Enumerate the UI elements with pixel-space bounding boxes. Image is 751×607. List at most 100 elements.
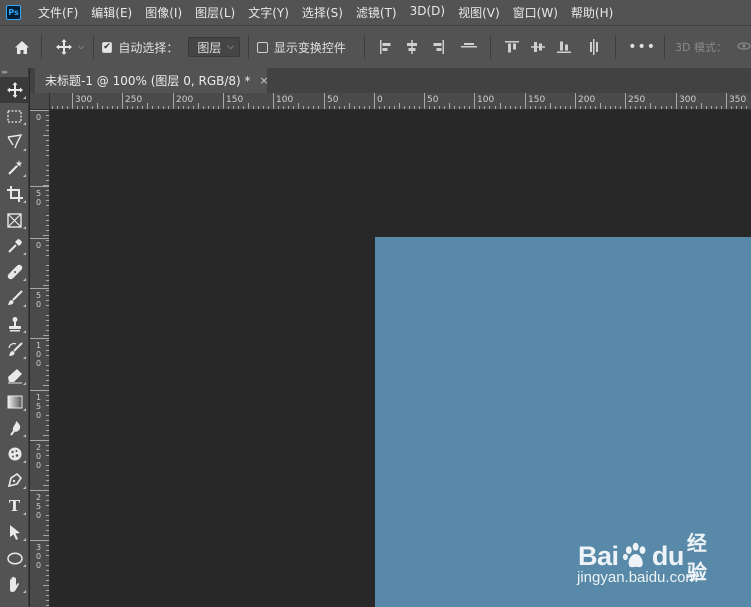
ruler-minor-tick xyxy=(46,570,49,571)
ruler-minor-tick xyxy=(46,275,49,276)
ruler-minor-tick xyxy=(46,420,49,421)
ruler-major-tick xyxy=(676,93,677,109)
distribute-horizontal-button[interactable] xyxy=(459,37,479,57)
align-vertical-group xyxy=(499,37,577,57)
menu-3d[interactable]: 3D(D) xyxy=(410,4,445,21)
ruler-minor-tick xyxy=(46,290,49,291)
distribute-vertical-button[interactable] xyxy=(585,37,605,57)
align-horizontal-center-button[interactable] xyxy=(402,37,422,57)
ruler-minor-tick xyxy=(46,165,49,166)
tool-preset-picker[interactable]: ⌵ xyxy=(55,39,85,55)
ruler-minor-tick xyxy=(620,106,621,109)
frame-tool[interactable] xyxy=(0,207,29,233)
home-button[interactable] xyxy=(11,36,33,58)
align-bottom-icon xyxy=(556,41,571,53)
ruler-minor-tick xyxy=(46,380,49,381)
show-transform-controls-checkbox[interactable] xyxy=(256,41,268,53)
align-right-icon xyxy=(433,40,444,54)
menu-type[interactable]: 文字(Y) xyxy=(248,4,289,21)
ellipse-tool[interactable] xyxy=(0,545,29,571)
ruler-origin[interactable] xyxy=(30,93,50,110)
eraser-tool[interactable] xyxy=(0,363,29,389)
vertical-ruler[interactable]: 0 50 0 50 100 150 200 250 300 xyxy=(30,110,50,607)
ruler-label: 250 xyxy=(35,493,42,520)
ruler-minor-tick xyxy=(645,106,646,109)
menu-filter[interactable]: 滤镜(T) xyxy=(356,4,397,21)
ruler-minor-tick xyxy=(46,190,49,191)
clone-stamp-tool[interactable] xyxy=(0,311,29,337)
menu-layer[interactable]: 图层(L) xyxy=(195,4,235,21)
ruler-minor-tick xyxy=(43,235,49,236)
menu-help[interactable]: 帮助(H) xyxy=(571,4,613,21)
ruler-minor-tick xyxy=(590,106,591,109)
chevron-down-icon: ⌵ xyxy=(227,42,234,52)
healing-brush-tool[interactable] xyxy=(0,259,29,285)
eyedropper-tool[interactable] xyxy=(0,233,29,259)
more-options-button[interactable]: ••• xyxy=(628,39,656,55)
ruler-minor-tick xyxy=(384,106,385,109)
blur-tool[interactable] xyxy=(0,415,29,441)
ruler-minor-tick xyxy=(706,106,707,109)
menu-edit[interactable]: 编辑(E) xyxy=(91,4,132,21)
ruler-major-tick xyxy=(30,238,49,239)
ruler-minor-tick xyxy=(163,106,164,109)
horizontal-ruler[interactable]: 300 250 200 150 100 50 0 50 100 150 200 250 300 350 xyxy=(50,93,751,110)
dodge-tool[interactable] xyxy=(0,441,29,467)
brush-tool[interactable] xyxy=(0,285,29,311)
ruler-minor-tick xyxy=(46,415,49,416)
lasso-tool[interactable] xyxy=(0,129,29,155)
ruler-minor-tick xyxy=(46,355,49,356)
ruler-minor-tick xyxy=(152,106,153,109)
magic-wand-tool[interactable] xyxy=(0,155,29,181)
ruler-minor-tick xyxy=(46,245,49,246)
ruler-minor-tick xyxy=(43,285,49,286)
ruler-minor-tick xyxy=(696,106,697,109)
align-right-button[interactable] xyxy=(428,37,448,57)
history-brush-tool[interactable] xyxy=(0,337,29,363)
ruler-minor-tick xyxy=(615,106,616,109)
ruler-minor-tick xyxy=(585,106,586,109)
3d-orbit-icon[interactable] xyxy=(737,38,751,57)
type-tool[interactable]: T xyxy=(0,493,29,519)
ruler-minor-tick xyxy=(168,106,169,109)
ruler-label: 50 xyxy=(35,189,42,207)
path-selection-tool[interactable] xyxy=(0,519,29,545)
ruler-minor-tick xyxy=(454,106,455,109)
menu-select[interactable]: 选择(S) xyxy=(302,4,343,21)
close-icon[interactable]: × xyxy=(260,74,269,87)
ruler-minor-tick xyxy=(46,270,49,271)
marquee-tool[interactable] xyxy=(0,103,29,129)
align-vertical-center-button[interactable] xyxy=(528,37,548,57)
ruler-minor-tick xyxy=(515,106,516,109)
ruler-minor-tick xyxy=(550,103,551,109)
panel-grip-icon[interactable]: ▸▸ xyxy=(0,68,28,77)
ruler-minor-tick xyxy=(46,540,49,541)
ruler-minor-tick xyxy=(540,106,541,109)
menu-file[interactable]: 文件(F) xyxy=(38,4,78,21)
ruler-minor-tick xyxy=(46,580,49,581)
auto-select-target-dropdown[interactable]: 图层 ⌵ xyxy=(188,37,240,57)
menu-view[interactable]: 视图(V) xyxy=(458,4,500,21)
ruler-major-tick xyxy=(273,93,274,109)
crop-tool[interactable] xyxy=(0,181,29,207)
align-bottom-button[interactable] xyxy=(554,37,574,57)
ruler-major-tick xyxy=(30,338,49,339)
gradient-icon xyxy=(7,395,22,409)
pen-tool[interactable] xyxy=(0,467,29,493)
hand-tool[interactable] xyxy=(0,571,29,597)
separator xyxy=(664,35,666,59)
align-vertical-center-icon xyxy=(530,42,545,52)
align-top-button[interactable] xyxy=(502,37,522,57)
auto-select-checkbox[interactable]: ✔ xyxy=(101,41,113,53)
ruler-minor-tick xyxy=(46,505,49,506)
ruler-minor-tick xyxy=(46,405,49,406)
align-left-button[interactable] xyxy=(376,37,396,57)
document-tab[interactable]: 未标题-1 @ 100% (图层 0, RGB/8) * × xyxy=(35,68,269,93)
ruler-minor-tick xyxy=(339,106,340,109)
gradient-tool[interactable] xyxy=(0,389,29,415)
move-tool[interactable] xyxy=(0,77,29,103)
menu-image[interactable]: 图像(I) xyxy=(145,4,182,21)
ruler-minor-tick xyxy=(82,106,83,109)
ruler-major-tick xyxy=(374,93,375,109)
menu-window[interactable]: 窗口(W) xyxy=(513,4,558,21)
